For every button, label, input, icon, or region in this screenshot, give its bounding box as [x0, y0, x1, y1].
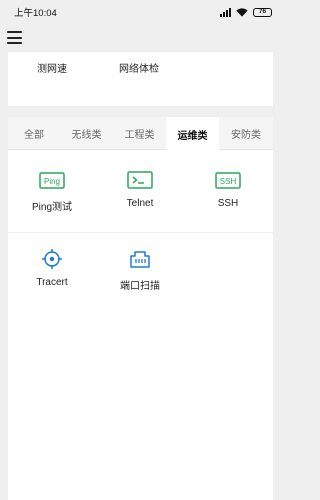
- signal-icon: [220, 7, 231, 17]
- tool-telnet[interactable]: Telnet: [96, 170, 184, 209]
- battery-icon: 76: [253, 7, 272, 17]
- tool-port-scan[interactable]: 端口扫描: [96, 249, 184, 292]
- tab-wireless[interactable]: 无线类: [60, 117, 113, 150]
- ethernet-port-icon: [126, 249, 154, 269]
- quick-tools-card: 测网速 网络体检: [8, 52, 273, 106]
- tools-panel: 全部 无线类 工程类 运维类 安防类 Ping Ping测试 Telnet SS…: [8, 117, 273, 500]
- ssh-icon: SSH: [214, 170, 242, 190]
- row-divider: [8, 232, 273, 233]
- tool-ping[interactable]: Ping Ping测试: [8, 170, 96, 213]
- category-tabs: 全部 无线类 工程类 运维类 安防类: [8, 117, 273, 151]
- tab-security[interactable]: 安防类: [219, 117, 273, 150]
- status-icons: 76: [220, 7, 272, 17]
- tool-ssh[interactable]: SSH SSH: [184, 170, 272, 209]
- status-time: 上午10:04: [14, 8, 57, 19]
- menu-button[interactable]: [7, 31, 22, 44]
- terminal-icon: [126, 170, 154, 190]
- tool-label: Ping测试: [31, 202, 72, 213]
- svg-text:Ping: Ping: [44, 177, 60, 186]
- tab-all[interactable]: 全部: [8, 117, 60, 150]
- wifi-icon: [236, 7, 248, 17]
- speed-test-item[interactable]: 测网速: [37, 60, 67, 75]
- svg-text:SSH: SSH: [220, 177, 237, 186]
- network-checkup-item[interactable]: 网络体检: [119, 60, 159, 75]
- menu-icon-line: [7, 31, 22, 33]
- ping-icon: Ping: [38, 170, 66, 190]
- crosshair-icon: [38, 249, 66, 269]
- tool-label: Telnet: [126, 198, 154, 209]
- tool-label: Tracert: [36, 277, 68, 288]
- tool-label: SSH: [217, 198, 239, 209]
- status-bar: 上午10:04 76: [0, 0, 281, 24]
- menu-icon-line: [7, 36, 22, 39]
- menu-icon-line: [7, 42, 22, 44]
- tab-engineering[interactable]: 工程类: [113, 117, 166, 150]
- tab-ops[interactable]: 运维类: [166, 117, 219, 151]
- tool-tracert[interactable]: Tracert: [8, 249, 96, 288]
- tool-label: 端口扫描: [120, 281, 160, 292]
